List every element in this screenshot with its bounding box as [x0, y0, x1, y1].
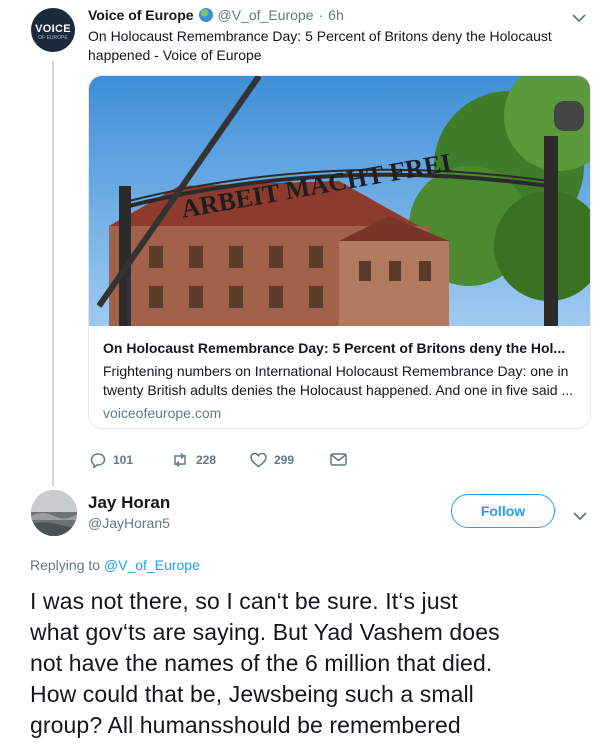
heart-icon [250, 452, 267, 468]
retweet-count: 228 [196, 453, 217, 467]
thread-connector-line [52, 61, 54, 486]
author-handle[interactable]: @V_of_Europe [218, 7, 314, 23]
reply-count: 101 [113, 453, 134, 467]
card-body: On Holocaust Remembrance Day: 5 Percent … [103, 340, 578, 421]
card-description-line1: Frightening numbers on International Hol… [103, 363, 569, 379]
replying-to-handle-link[interactable]: @V_of_Europe [104, 557, 200, 573]
replying-to-prefix: Replying to [30, 557, 101, 573]
separator-dot: · [318, 7, 324, 23]
card-domain: voiceofeurope.com [103, 405, 222, 421]
envelope-icon [330, 453, 347, 466]
tweet-body-line: How could that be, Jewsbeing such a smal… [30, 681, 474, 707]
card-title: On Holocaust Remembrance Day: 5 Percent … [103, 340, 566, 356]
direct-message-button[interactable] [330, 452, 347, 472]
avatar-logo-subtext: OF EUROPE [38, 35, 68, 41]
link-card[interactable]: ARBEIT MACHT FREI On Holocaust Remembran… [88, 75, 591, 429]
reply-icon [90, 453, 106, 468]
card-description: Frightening numbers on International Hol… [103, 362, 578, 400]
jay-horan-avatar[interactable] [31, 490, 77, 536]
avatar-logo-text: VOICE [35, 23, 71, 35]
like-count: 299 [274, 453, 295, 467]
tweet-time[interactable]: 6h [328, 7, 344, 23]
replying-to-line: Replying to @V_of_Europe [30, 557, 200, 573]
tweet-menu-chevron-icon[interactable] [573, 508, 587, 526]
card-image: ARBEIT MACHT FREI [89, 76, 590, 326]
like-button[interactable]: 299 [250, 452, 294, 468]
tweet-body-line: I was not there, so I can‘t be sure. It‘… [30, 588, 458, 614]
tweet-menu-chevron-icon[interactable] [572, 10, 586, 28]
tweet-body-line: group? All humansshould be remembered [30, 712, 461, 738]
reply-button[interactable]: 101 [90, 452, 133, 468]
author-name[interactable]: Voice of Europe [88, 7, 194, 23]
tweet-header: Voice of Europe @V_of_Europe · 6h [88, 7, 344, 23]
author-handle[interactable]: @JayHoran5 [88, 515, 170, 531]
globe-emoji-icon [198, 8, 213, 22]
tweet-body-line: not have the names of the 6 million that… [30, 650, 493, 676]
tweet-text: On Holocaust Remembrance Day: 5 Percent … [88, 28, 552, 63]
tweet-body-line: what gov‘ts are saying. But Yad Vashem d… [30, 619, 500, 645]
card-description-line2: twenty British adults denies the Holocau… [103, 382, 574, 398]
tweet-body: I was not there, so I can‘t be sure. It‘… [30, 586, 600, 741]
voice-of-europe-avatar[interactable]: VOICE OF EUROPE [31, 8, 75, 52]
retweet-button[interactable]: 228 [171, 452, 216, 468]
retweet-icon [174, 452, 186, 468]
author-name[interactable]: Jay Horan [88, 493, 170, 513]
follow-button[interactable]: Follow [451, 494, 555, 528]
